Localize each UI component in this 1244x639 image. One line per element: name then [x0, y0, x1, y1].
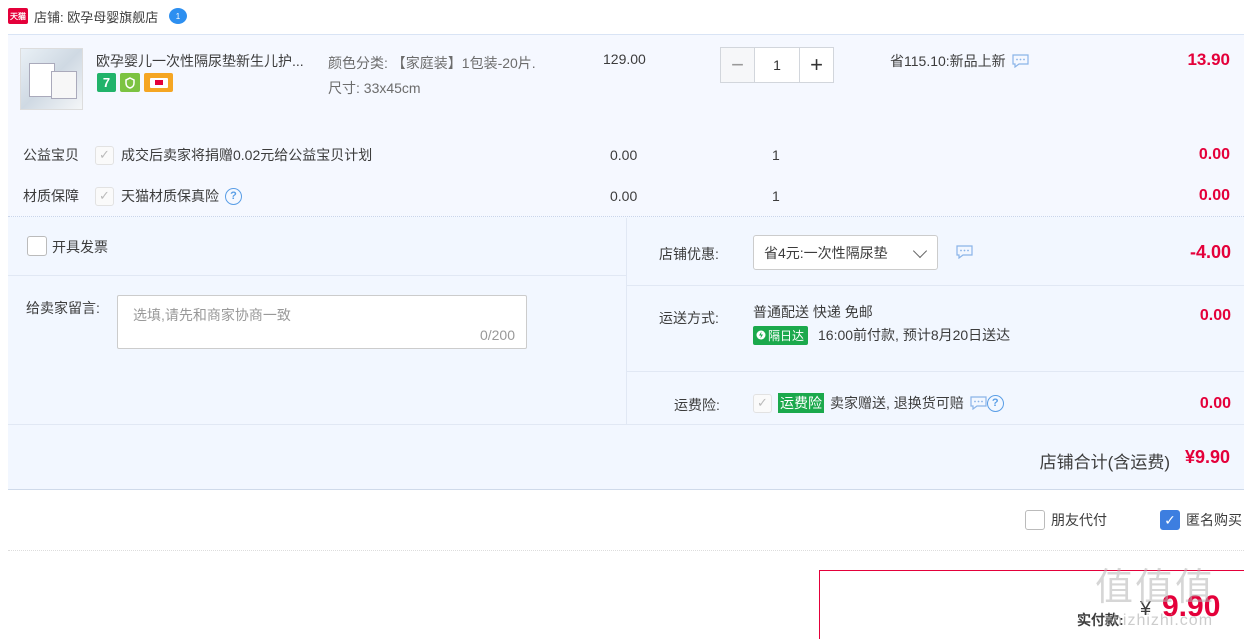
watermark-logo: 值值值	[1095, 565, 1216, 609]
tmall-logo-icon: 天猫	[8, 8, 28, 24]
service-total: 0.00	[1198, 187, 1230, 204]
promotion-text: 省115.10:新品上新	[890, 53, 1006, 69]
guarantee-shield-icon[interactable]	[120, 73, 140, 92]
service-total: 0.00	[1198, 146, 1230, 163]
decrease-quantity-button[interactable]: −	[720, 47, 755, 83]
sku-info: 颜色分类: 【家庭装】1包装-20片. 尺寸: 33x45cm	[328, 51, 558, 101]
order-extras-right: 店铺优惠: 省4元:一次性隔尿垫 -4.00 运送方式: 普通配送 快递 免邮 …	[626, 218, 1244, 424]
sku-size: 尺寸: 33x45cm	[328, 80, 421, 96]
insurance-label: 运费险:	[674, 397, 720, 413]
order-panel: 欧孕婴儿一次性隔尿垫新生儿护... 7 颜色分类: 【家庭装】1包装-20片. …	[8, 34, 1244, 490]
seven-day-return-icon[interactable]: 7	[97, 73, 116, 92]
store-total-amount: ¥9.90	[1184, 447, 1230, 467]
shipping-eta-text: 16:00前付款, 预计8月20日送达	[818, 327, 1011, 343]
invoice-row: 开具发票	[8, 218, 626, 276]
comment-icon[interactable]	[956, 245, 973, 259]
help-icon[interactable]: ?	[986, 394, 1004, 412]
service-desc: 天猫材质保真险?	[121, 186, 242, 206]
unit-price: 129.00	[603, 51, 646, 67]
invoice-label: 开具发票	[52, 239, 108, 255]
shop-discount-row: 店铺优惠: 省4元:一次性隔尿垫 -4.00	[627, 218, 1244, 286]
increase-quantity-button[interactable]: +	[799, 47, 834, 83]
message-placeholder: 选填,请先和商家协商一致	[133, 307, 291, 323]
service-qty: 1	[772, 147, 780, 163]
store-total-label: 店铺合计(含运费)	[1039, 453, 1170, 472]
insurance-tag: 运费险	[778, 393, 824, 413]
friend-pay-option[interactable]: 朋友代付	[1025, 510, 1107, 530]
anonymous-label: 匿名购买	[1186, 512, 1242, 528]
service-label: 公益宝贝	[23, 147, 79, 163]
shop-discount-select[interactable]: 省4元:一次性隔尿垫	[753, 235, 938, 270]
service-desc: 成交后卖家将捐赠0.02元给公益宝贝计划	[121, 147, 373, 163]
insurance-amount: 0.00	[1199, 395, 1231, 412]
wangwang-chat-icon[interactable]: 1	[168, 7, 188, 25]
service-checkbox: ✓	[95, 145, 114, 165]
item-promotion: 省115.10:新品上新	[890, 51, 1029, 71]
friend-pay-label: 朋友代付	[1051, 512, 1107, 528]
service-price: 0.00	[610, 147, 638, 163]
purchase-options: 朋友代付 ✓ 匿名购买	[8, 491, 1244, 551]
svg-text:1: 1	[176, 12, 181, 21]
sku-color: 颜色分类: 【家庭装】1包装-20片.	[328, 55, 536, 71]
shop-discount-value: 省4元:一次性隔尿垫	[764, 244, 888, 261]
anonymous-checkbox[interactable]: ✓	[1160, 510, 1180, 530]
message-counter: 0/200	[479, 327, 515, 343]
store-name-link[interactable]: 店铺: 欧孕母婴旗舰店	[34, 7, 158, 26]
item-row: 欧孕婴儿一次性隔尿垫新生儿护... 7 颜色分类: 【家庭装】1包装-20片. …	[8, 35, 1244, 217]
service-row-charity: 公益宝贝 ✓ 成交后卖家将捐赠0.02元给公益宝贝计划 0.00 1 0.00	[8, 140, 1244, 170]
insurance-checkbox: ✓	[753, 393, 772, 413]
store-total-row: 店铺合计(含运费) ¥9.90	[8, 424, 1244, 490]
help-icon[interactable]: ?	[225, 187, 242, 205]
shop-discount-amount: -4.00	[1189, 242, 1231, 262]
comment-icon[interactable]	[1012, 54, 1029, 68]
quantity-stepper: − +	[720, 47, 834, 83]
message-label: 给卖家留言:	[26, 300, 100, 316]
insurance-desc: 卖家赠送, 退换货可赔	[830, 395, 964, 411]
chevron-down-icon	[912, 243, 928, 259]
shop-discount-label: 店铺优惠:	[659, 246, 719, 262]
order-extras-left: 开具发票 给卖家留言: 选填,请先和商家协商一致 0/200	[8, 218, 626, 424]
service-row-material: 材质保障 ✓ 天猫材质保真险? 0.00 1 0.00	[8, 181, 1244, 211]
friend-pay-checkbox[interactable]	[1025, 510, 1045, 530]
watermark-url: zhizhizhi.com	[1104, 612, 1214, 629]
shipping-method: 普通配送 快递 免邮	[753, 304, 873, 320]
invoice-checkbox[interactable]	[27, 236, 47, 256]
comment-icon[interactable]	[970, 396, 987, 410]
shipping-row: 运送方式: 普通配送 快递 免邮 隔日达 16:00前付款, 预计8月20日送达…	[627, 286, 1244, 372]
insurance-row: 运费险: ✓ 运费险 卖家赠送, 退换货可赔 ? 0.00	[627, 372, 1244, 424]
product-thumbnail[interactable]	[20, 48, 83, 110]
service-checkbox: ✓	[95, 186, 114, 206]
seller-message-field[interactable]: 选填,请先和商家协商一致 0/200	[117, 295, 527, 349]
lightning-icon	[756, 330, 766, 340]
service-price: 0.00	[610, 188, 638, 204]
service-label: 材质保障	[23, 188, 79, 204]
product-title-link[interactable]: 欧孕婴儿一次性隔尿垫新生儿护...	[96, 51, 326, 71]
store-header: 天猫 店铺: 欧孕母婴旗舰店 1	[0, 0, 1244, 32]
item-subtotal: 13.90	[1187, 50, 1230, 69]
shipping-label: 运送方式:	[659, 310, 719, 326]
insurance-info: ✓ 运费险 卖家赠送, 退换货可赔 ?	[753, 393, 1004, 413]
next-day-tag: 隔日达	[753, 325, 809, 345]
shipping-eta: 隔日达 16:00前付款, 预计8月20日送达	[753, 325, 1010, 345]
credit-card-icon[interactable]	[144, 73, 173, 92]
service-qty: 1	[772, 188, 780, 204]
quantity-input[interactable]	[755, 47, 799, 83]
shipping-amount: 0.00	[1199, 307, 1231, 324]
product-badges: 7	[97, 73, 173, 92]
anonymous-option[interactable]: ✓ 匿名购买	[1160, 510, 1242, 530]
